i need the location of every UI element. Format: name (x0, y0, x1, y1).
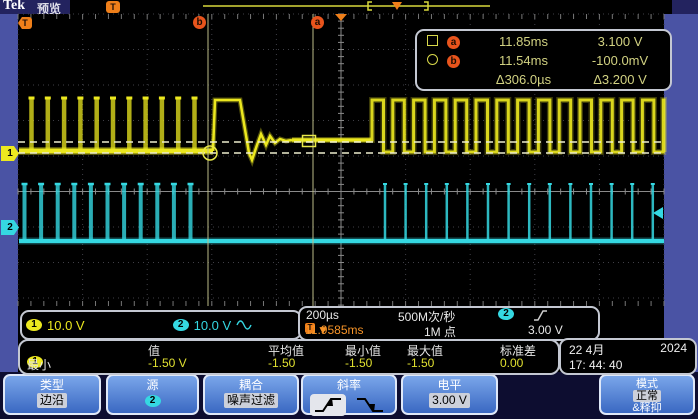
time-text: 17: 44: 40 (561, 358, 695, 372)
slope-rising-option[interactable] (310, 394, 346, 416)
cursor-a-badge: a (447, 36, 460, 49)
cursor-b-row: b 11.54ms -100.0mV (417, 50, 670, 69)
oscilloscope-screen: Tek 预览 T T b a 1 2 a 11.85ms 3.100 V b 1… (0, 0, 698, 419)
trigger-type-button[interactable]: 类型 边沿 (3, 374, 101, 415)
record-length: 1M 点 (424, 323, 456, 340)
channel-readout-box: 1 10.0 V 2 10.0 V (20, 310, 302, 340)
meas-min: -1.50 (345, 356, 372, 370)
trigger-type-value: 边沿 (37, 393, 67, 408)
record-view-strip (70, 0, 672, 14)
cursor-a-square-icon (427, 35, 438, 46)
trigger-coupling-button[interactable]: 耦合 噪声过滤 (203, 374, 299, 415)
trigger-level-readout: 3.00 V (528, 323, 563, 337)
cursor-a-voltage: 3.100 V (576, 34, 664, 49)
rising-edge-icon (532, 309, 548, 322)
cursor-b-circle-icon (427, 54, 438, 65)
cursor-a-time: 11.85ms (471, 34, 576, 49)
trigger-slope-button[interactable]: 斜率 (301, 374, 397, 415)
meas-value: -1.50 V (148, 356, 187, 370)
trigger-level-value: 3.00 V (429, 393, 470, 408)
trigger-coupling-label: 耦合 (205, 378, 297, 393)
date-text: 22 4月 (569, 341, 604, 358)
trigger-source-label: 源 (108, 378, 197, 393)
record-trigger-flag[interactable]: T (106, 1, 120, 13)
channel1-ground-marker[interactable]: 1 (1, 146, 19, 161)
trigger-mode-button[interactable]: 模式 正常 &释抑 (599, 374, 695, 415)
channel1-scale: 10.0 V (47, 318, 85, 333)
cursor-b-flag[interactable]: b (193, 16, 206, 29)
trigger-mode-value: 正常 (633, 390, 661, 402)
trigger-mode-label: 模式 (601, 378, 693, 390)
trigger-slope-label: 斜率 (303, 378, 395, 393)
cursor-b-time: 11.54ms (471, 53, 576, 68)
meas-mean: -1.50 (268, 356, 295, 370)
channel2-ground-marker[interactable]: 2 (1, 220, 19, 235)
cursor-a-flag[interactable]: a (311, 16, 324, 29)
trigger-delay-value: 11.9585ms (305, 323, 363, 337)
channel1-badge[interactable]: 1 (26, 319, 42, 331)
meas-name: 最小 (27, 356, 51, 373)
datetime-box: 22 4月 2024 17: 44: 40 (559, 338, 697, 375)
ac-coupling-icon (236, 319, 252, 331)
year-text: 2024 (660, 341, 687, 358)
cursor-b-voltage: -100.0mV (576, 53, 664, 68)
timebase-scale: 200µs (306, 308, 339, 322)
trigger-coupling-value: 噪声过滤 (224, 393, 278, 408)
brand-logo: Tek (3, 0, 25, 14)
slope-falling-option[interactable] (352, 394, 388, 416)
trigger-mode-value2: &释抑 (601, 402, 693, 414)
trigger-level-button[interactable]: 电平 3.00 V (401, 374, 498, 415)
meas-max: -1.50 (407, 356, 434, 370)
soft-menu-bar: 类型 边沿 源 2 耦合 噪声过滤 斜率 (0, 372, 698, 419)
timebase-readout-box: 200µs 500M次/秒 2 T→▼11.9585ms 1M 点 3.00 V (298, 306, 600, 341)
trigger-level-label: 电平 (403, 378, 496, 393)
meas-stddev: 0.00 (500, 356, 523, 370)
cursor-b-badge: b (447, 55, 460, 68)
cursor-delta-time: Δ306.0µs (471, 72, 576, 87)
channel2-scale: 10.0 V (194, 318, 232, 333)
cursor-readout-box: a 11.85ms 3.100 V b 11.54ms -100.0mV Δ30… (415, 29, 672, 91)
trigger-source-badge: 2 (498, 308, 514, 320)
trigger-type-label: 类型 (5, 378, 99, 393)
measurement-bar: 值 平均值 最小值 最大值 标准差 1 最小 -1.50 V -1.50 -1.… (18, 339, 560, 375)
falling-edge-icon (354, 395, 386, 415)
trigger-source-value: 2 (145, 395, 161, 407)
trigger-source-button[interactable]: 源 2 (106, 374, 199, 415)
rising-edge-icon (312, 395, 344, 415)
cursor-delta-voltage: Δ3.200 V (576, 72, 664, 87)
cursor-delta-row: Δ306.0µs Δ3.200 V (417, 69, 670, 88)
channel2-badge[interactable]: 2 (173, 319, 189, 331)
cursor-a-row: a 11.85ms 3.100 V (417, 31, 670, 50)
